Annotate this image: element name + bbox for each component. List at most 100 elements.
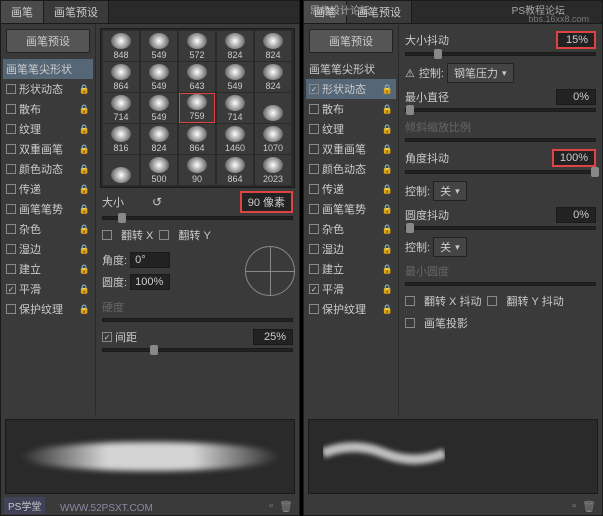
sidebar-texture[interactable]: 纹理🔒 xyxy=(3,119,93,139)
spacing-value[interactable]: 25% xyxy=(253,329,293,345)
sidebar-noise[interactable]: 杂色🔒 xyxy=(3,219,93,239)
sidebar: 画笔预设 画笔笔尖形状 形状动态🔒 散布🔒 纹理🔒 双重画笔🔒 颜色动态🔒 传递… xyxy=(304,24,399,415)
brush-thumbnail[interactable]: 848 xyxy=(103,31,139,61)
brush-thumbnail[interactable]: 1460 xyxy=(217,124,253,154)
sidebar-shape-dynamics[interactable]: 形状动态🔒 xyxy=(3,79,93,99)
lock-icon: 🔒 xyxy=(382,284,393,295)
sidebar-texture[interactable]: 纹理🔒 xyxy=(306,119,396,139)
sidebar-buildup[interactable]: 建立🔒 xyxy=(3,259,93,279)
flip-x-checkbox[interactable] xyxy=(102,230,112,240)
size-jitter-slider[interactable] xyxy=(405,52,596,56)
tab-brush[interactable]: 画笔 xyxy=(1,1,44,23)
angle-jitter-value[interactable]: 100% xyxy=(552,149,596,167)
brush-thumbnail[interactable] xyxy=(103,155,139,185)
control-row-2: 控制: 关 xyxy=(403,178,598,204)
spacing-row: 间距 25% xyxy=(100,326,295,348)
trash-icon[interactable]: 🗑 xyxy=(582,500,596,513)
min-roundness-row: 最小圆度 xyxy=(403,260,598,282)
roundness-input[interactable]: 100% xyxy=(130,274,170,290)
brush-thumbnail[interactable]: 824 xyxy=(141,124,177,154)
sidebar-brush-pose[interactable]: 画笔笔势🔒 xyxy=(306,199,396,219)
flip-x-jitter-checkbox[interactable] xyxy=(405,296,415,306)
spacing-checkbox[interactable] xyxy=(102,332,112,342)
brush-preset-button[interactable]: 画笔预设 xyxy=(6,29,90,53)
projection-checkbox[interactable] xyxy=(405,318,415,328)
brush-thumbnail[interactable]: 2023 xyxy=(255,155,291,185)
main-area: 大小抖动 15% ⚠ 控制: 钢笔压力 最小直径 0% 倾斜缩放比例 角度抖动 … xyxy=(399,24,602,415)
sidebar-dual-brush[interactable]: 双重画笔🔒 xyxy=(3,139,93,159)
size-slider[interactable] xyxy=(102,216,293,220)
sidebar-color-dynamics[interactable]: 颜色动态🔒 xyxy=(3,159,93,179)
angle-input[interactable]: 0° xyxy=(130,252,170,268)
control-select-off[interactable]: 关 xyxy=(433,181,467,201)
main-area: 8485495728248248645496435498247145497597… xyxy=(96,24,299,415)
flip-jitter-row: 翻转 X 抖动 翻转 Y 抖动 xyxy=(403,290,598,312)
brush-thumbnail[interactable]: 816 xyxy=(103,124,139,154)
sidebar-brush-pose[interactable]: 画笔笔势🔒 xyxy=(3,199,93,219)
roundness-jitter-slider[interactable] xyxy=(405,226,596,230)
flip-y-checkbox[interactable] xyxy=(159,230,169,240)
spacing-slider[interactable] xyxy=(102,348,293,352)
sidebar-shape-dynamics[interactable]: 形状动态🔒 xyxy=(306,79,396,99)
trash-icon[interactable]: 🗑 xyxy=(279,500,293,513)
sidebar-wet-edges[interactable]: 湿边🔒 xyxy=(3,239,93,259)
lock-icon: 🔒 xyxy=(382,204,393,215)
angle-jitter-row: 角度抖动 100% xyxy=(403,146,598,170)
roundness-jitter-value[interactable]: 0% xyxy=(556,207,596,223)
sidebar-noise[interactable]: 杂色🔒 xyxy=(306,219,396,239)
brush-thumbnail[interactable]: 864 xyxy=(217,155,253,185)
brush-thumbnail[interactable]: 864 xyxy=(103,62,139,92)
sidebar-smoothing[interactable]: 平滑🔒 xyxy=(3,279,93,299)
sidebar-protect-texture[interactable]: 保护纹理🔒 xyxy=(3,299,93,319)
reset-icon[interactable]: ↺ xyxy=(152,195,162,209)
size-value[interactable]: 90 像素 xyxy=(240,191,293,213)
brush-panel-left: 画笔 画笔预设 画笔预设 画笔笔尖形状 形状动态🔒 散布🔒 纹理🔒 双重画笔🔒 … xyxy=(0,0,300,516)
brush-thumbnail[interactable] xyxy=(255,93,291,123)
brush-thumbnail[interactable]: 714 xyxy=(217,93,253,123)
brush-thumbnail[interactable]: 1070 xyxy=(255,124,291,154)
brush-thumbnail[interactable]: 824 xyxy=(217,31,253,61)
control-select-off-2[interactable]: 关 xyxy=(433,237,467,257)
angle-jitter-slider[interactable] xyxy=(405,170,596,174)
sidebar-scattering[interactable]: 散布🔒 xyxy=(3,99,93,119)
brush-thumbnail[interactable]: 549 xyxy=(141,93,177,123)
brush-thumbnail[interactable]: 90 xyxy=(179,155,215,185)
size-jitter-value[interactable]: 15% xyxy=(556,31,596,49)
sidebar-transfer[interactable]: 传递🔒 xyxy=(3,179,93,199)
sidebar-buildup[interactable]: 建立🔒 xyxy=(306,259,396,279)
min-diameter-slider[interactable] xyxy=(405,108,596,112)
brush-thumbnail[interactable]: 824 xyxy=(255,31,291,61)
new-icon[interactable]: ▫ xyxy=(572,500,576,513)
brush-thumbnail[interactable]: 549 xyxy=(141,62,177,92)
sidebar-tip-shape[interactable]: 画笔笔尖形状 xyxy=(306,59,396,79)
lock-icon: 🔒 xyxy=(382,84,393,95)
sidebar-protect-texture[interactable]: 保护纹理🔒 xyxy=(306,299,396,319)
new-icon[interactable]: ▫ xyxy=(269,500,273,513)
sidebar-transfer[interactable]: 传递🔒 xyxy=(306,179,396,199)
brush-thumbnail[interactable]: 500 xyxy=(141,155,177,185)
sidebar-scattering[interactable]: 散布🔒 xyxy=(306,99,396,119)
brush-thumbnail[interactable]: 549 xyxy=(217,62,253,92)
flip-y-jitter-checkbox[interactable] xyxy=(487,296,497,306)
brush-thumbnail[interactable]: 864 xyxy=(179,124,215,154)
control-select-pen[interactable]: 钢笔压力 xyxy=(447,63,514,83)
angle-dial[interactable] xyxy=(245,246,295,296)
min-diameter-value[interactable]: 0% xyxy=(556,89,596,105)
sidebar-color-dynamics[interactable]: 颜色动态🔒 xyxy=(306,159,396,179)
control-row-3: 控制: 关 xyxy=(403,234,598,260)
brush-thumbnail[interactable]: 714 xyxy=(103,93,139,123)
brush-thumbnail[interactable]: 643 xyxy=(179,62,215,92)
brush-thumbnail[interactable]: 824 xyxy=(255,62,291,92)
lock-icon: 🔒 xyxy=(79,104,90,115)
brush-thumbnail[interactable]: 759 xyxy=(179,93,215,123)
brush-thumbnail[interactable]: 549 xyxy=(141,31,177,61)
lock-icon: 🔒 xyxy=(79,164,90,175)
brush-thumbnail[interactable]: 572 xyxy=(179,31,215,61)
brush-preset-button[interactable]: 画笔预设 xyxy=(309,29,393,53)
sidebar-tip-shape[interactable]: 画笔笔尖形状 xyxy=(3,59,93,79)
sidebar-smoothing[interactable]: 平滑🔒 xyxy=(306,279,396,299)
angle-widget: 角度: 0° 圆度: 100% xyxy=(100,246,295,296)
sidebar-wet-edges[interactable]: 湿边🔒 xyxy=(306,239,396,259)
tab-presets[interactable]: 画笔预设 xyxy=(44,1,109,23)
sidebar-dual-brush[interactable]: 双重画笔🔒 xyxy=(306,139,396,159)
